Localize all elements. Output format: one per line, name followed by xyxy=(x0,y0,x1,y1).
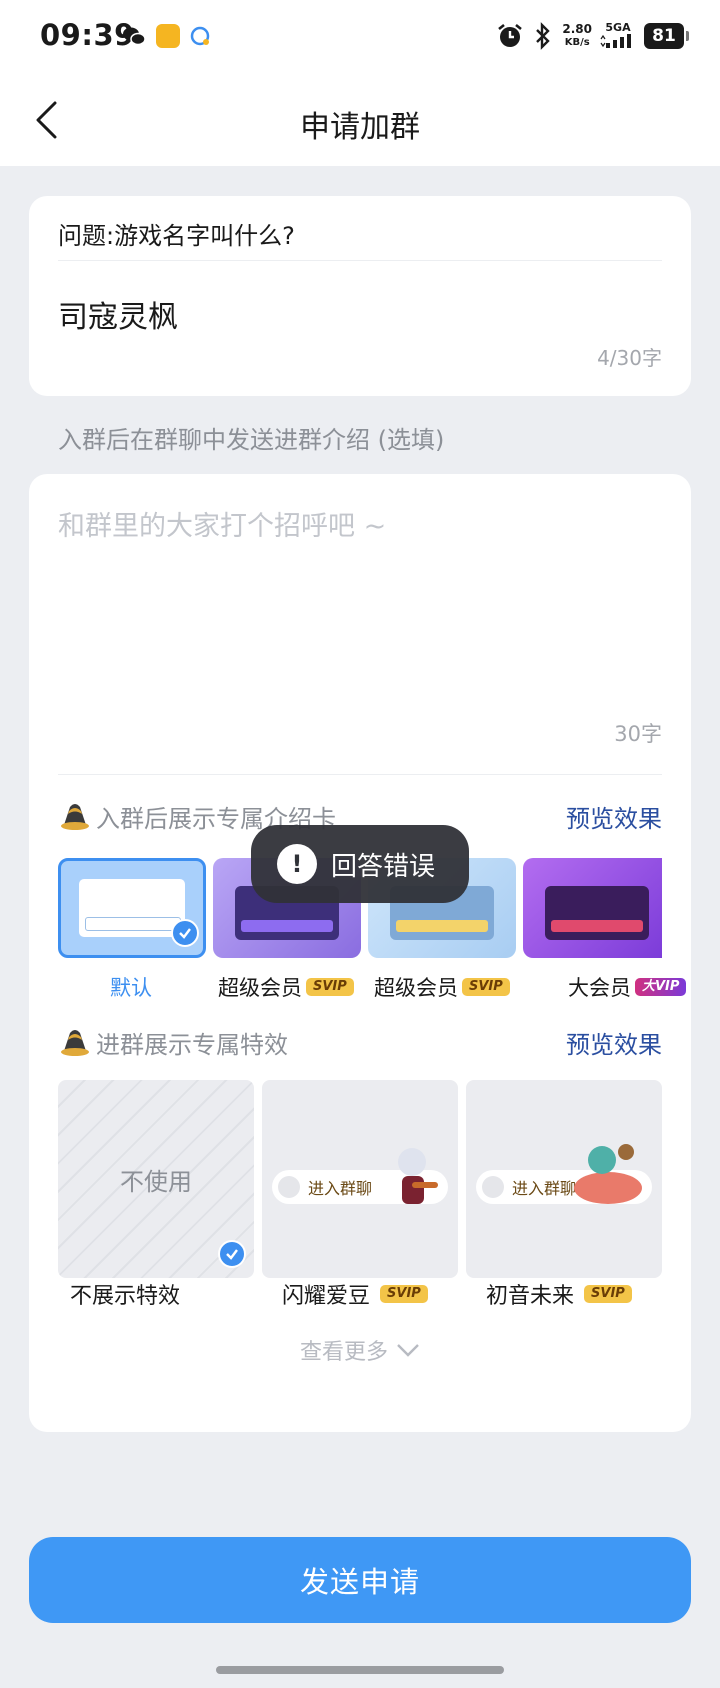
effect-label: 初音未来 SVIP xyxy=(486,1278,632,1310)
svip-badge: SVIP xyxy=(306,978,354,996)
svip-badge: SVIP xyxy=(584,1285,632,1303)
intro-textarea[interactable] xyxy=(58,504,662,724)
intro-card-label: 超级会员 SVIP xyxy=(218,972,354,1002)
status-bar: 09:39 2.80 KB/s 5GA 81 xyxy=(0,0,720,74)
effect-label: 闪耀爱豆 SVIP xyxy=(282,1278,428,1310)
preview-link[interactable]: 预览效果 xyxy=(566,799,662,834)
intro-card-option-big-vip[interactable] xyxy=(523,858,662,958)
vip-badge: 大VIP xyxy=(635,978,687,996)
crown-hat-icon xyxy=(61,1030,89,1056)
effect-labels: 不展示特效 闪耀爱豆 SVIP 初音未来 SVIP xyxy=(58,1278,662,1312)
intro-card-option-default[interactable] xyxy=(58,858,206,958)
miku-character-icon xyxy=(574,1144,642,1204)
intro-char-count: 30字 xyxy=(614,722,662,746)
divider xyxy=(58,774,662,775)
effects-section-header: 进群展示专属特效 预览效果 xyxy=(58,1022,662,1062)
svip-badge: SVIP xyxy=(380,1285,428,1303)
effect-option-none[interactable]: 不使用 xyxy=(58,1080,254,1278)
intro-card-label: 超级会员 SVIP xyxy=(374,972,510,1002)
battery-indicator: 81 xyxy=(644,23,689,49)
send-request-button[interactable]: 发送申请 xyxy=(29,1537,691,1623)
status-time: 09:39 xyxy=(40,18,135,52)
exclamation-icon: ! xyxy=(277,844,317,884)
home-indicator[interactable] xyxy=(216,1666,504,1674)
chevron-down-icon xyxy=(397,1344,419,1357)
status-indicators: 2.80 KB/s 5GA 81 xyxy=(496,18,689,54)
check-icon xyxy=(218,1240,246,1268)
intro-card-label: 默认 xyxy=(110,976,152,1000)
avatar xyxy=(482,1176,504,1198)
alarm-icon xyxy=(498,23,523,47)
answer-input[interactable]: 司寇灵枫 xyxy=(58,292,178,336)
effect-option-shining-idol[interactable]: 进入群聊 xyxy=(262,1080,458,1278)
bluetooth-icon xyxy=(536,22,551,50)
network-speed: 2.80 KB/s xyxy=(562,22,592,49)
browser-icon xyxy=(190,26,210,46)
divider xyxy=(58,260,662,261)
avatar xyxy=(278,1176,300,1198)
effect-options: 不使用 进入群聊 进入群聊 xyxy=(58,1080,662,1278)
error-toast: ! 回答错误 xyxy=(251,825,469,903)
question-card: 问题:游戏名字叫什么? 司寇灵枫 4/30字 xyxy=(29,196,691,396)
idol-character-icon xyxy=(398,1148,438,1204)
wechat-icon xyxy=(123,27,146,46)
intro-card: 30字 入群后展示专属介绍卡 预览效果 xyxy=(29,474,691,1432)
none-text: 不使用 xyxy=(120,1167,192,1196)
intro-card-label: 大会员 大VIP xyxy=(568,972,687,1002)
section-title: 进群展示专属特效 xyxy=(96,1030,288,1059)
toast-text: 回答错误 xyxy=(331,851,436,882)
navigation-bar: 申请加群 xyxy=(0,74,720,166)
app-notification-icon xyxy=(156,24,180,48)
intro-label: 入群后在群聊中发送进群介绍 (选填) xyxy=(58,426,445,454)
answer-char-count: 4/30字 xyxy=(597,346,662,370)
signal-strength: 5GA xyxy=(600,21,636,51)
signal-bars-icon xyxy=(600,33,631,48)
crown-hat-icon xyxy=(61,804,89,830)
effect-option-hatsune-miku[interactable]: 进入群聊 xyxy=(466,1080,662,1278)
page-title: 申请加群 xyxy=(300,110,420,145)
question-text: 问题:游戏名字叫什么? xyxy=(58,222,295,250)
check-icon xyxy=(171,919,199,947)
see-more-button[interactable]: 查看更多 xyxy=(29,1334,691,1366)
preview-link[interactable]: 预览效果 xyxy=(566,1025,662,1060)
intro-card-labels: 默认 超级会员 SVIP 超级会员 SVIP 大会员 大VIP xyxy=(58,972,687,1004)
svip-badge: SVIP xyxy=(462,978,510,996)
effect-label: 不展示特效 xyxy=(70,1284,181,1309)
